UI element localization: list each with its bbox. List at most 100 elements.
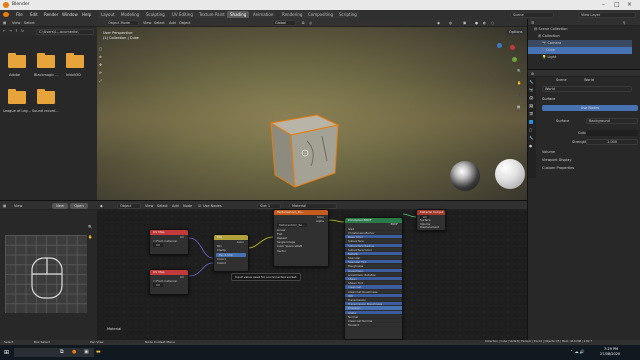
uv-map-field[interactable]: UV (150, 283, 188, 288)
outliner-scene-collection[interactable]: ▤ Scene Collection (528, 26, 632, 33)
outliner-item-cube[interactable]: ▽ Cube (528, 47, 632, 54)
y-axis-icon[interactable] (512, 57, 517, 62)
node-principled-bsdf[interactable]: Principled BSDF BSDF GGX Christensen-Burl… (344, 217, 403, 340)
rotate-tool-icon[interactable]: ⟳ (99, 71, 102, 75)
volume-panel-header[interactable]: Volume (542, 150, 555, 154)
node-uv-map-2[interactable]: UV Map UV ☐ From Instancer UV (149, 269, 189, 295)
menu-edit[interactable]: Edit (30, 12, 38, 17)
editor-type-icon[interactable]: ⚙ (531, 72, 534, 76)
taskbar-search[interactable] (14, 348, 94, 357)
tab-rendering[interactable]: Rendering (279, 11, 306, 18)
navigation-gizmo[interactable] (492, 41, 518, 67)
options-button[interactable]: Options (507, 29, 525, 35)
bsdf-input-row[interactable]: Tangent (345, 323, 402, 328)
outliner-item-camera[interactable]: 📷 Camera (528, 40, 632, 47)
viewport-add-menu[interactable]: Add (169, 21, 176, 25)
tab-animation[interactable]: Animation (250, 11, 277, 18)
new-image-button[interactable]: New (52, 202, 68, 209)
outliner-item-collection[interactable]: ▤ Collection (528, 33, 632, 40)
render-tab-icon[interactable]: 📷 (529, 88, 533, 92)
node-mix[interactable]: Mix Color Mix Clamp Fac 0.500 Color1 Col… (213, 234, 249, 272)
tab-texture-paint[interactable]: Texture Paint (196, 11, 228, 18)
output-tab-icon[interactable]: 🖨 (529, 96, 533, 100)
viewport-display-panel-header[interactable]: Viewport Display (542, 158, 572, 162)
forward-icon[interactable]: → (9, 29, 12, 33)
viewport-object-menu[interactable]: Object (179, 21, 190, 25)
outliner-item-light[interactable]: 💡 Light (528, 54, 632, 61)
shader-node-editor[interactable]: ◆ Object View Select Add Node ☑ Use Node… (97, 200, 527, 344)
folder-icon[interactable] (8, 53, 26, 68)
node-image-texture[interactable]: TexturesCom_Ro... Color Alpha TexturesCo… (273, 209, 329, 267)
world-selector[interactable]: World (542, 86, 632, 92)
overlays-icon[interactable]: ◍ (449, 21, 452, 25)
shading-rendered-icon[interactable]: ○ (491, 21, 494, 25)
xray-icon[interactable]: ▣ (463, 21, 466, 25)
displacement-input[interactable]: Displacement (417, 226, 445, 230)
folder-icon[interactable] (8, 89, 26, 104)
z-axis-icon[interactable] (497, 43, 502, 48)
pan-icon[interactable]: ✋ (517, 81, 521, 85)
menu-render[interactable]: Render (44, 12, 58, 17)
menu-help[interactable]: Help (82, 12, 91, 17)
proportional-edit-icon[interactable]: ◎ (309, 21, 312, 25)
app-taskbar-icon[interactable]: ▣ (84, 349, 89, 355)
path-input[interactable]: C:\Users\L...ocuments\ (36, 28, 94, 35)
cursor-tool-icon[interactable]: ⊕ (99, 55, 102, 59)
node-material-output[interactable]: Material Output All Surface Volume Displ… (416, 209, 446, 231)
strength-input[interactable]: 1.000 (586, 139, 638, 145)
editor-type-icon[interactable]: ▦ (3, 204, 6, 208)
folder-icon[interactable] (66, 53, 84, 68)
scene-selector[interactable]: Scene (510, 11, 554, 18)
view-layer-selector[interactable]: View Layer (578, 11, 636, 18)
folder-icon[interactable] (37, 53, 55, 68)
editor-type-icon[interactable]: ▦ (3, 21, 6, 25)
blender-taskbar-icon[interactable]: ● (72, 349, 76, 355)
shading-solid-icon[interactable]: ● (475, 21, 478, 25)
minimize-icon[interactable]: – (602, 1, 605, 8)
snap-icon[interactable]: ⧉ (302, 21, 305, 25)
tab-sculpting[interactable]: Sculpting (143, 11, 168, 18)
node-uv-map-1[interactable]: UV Map UV ☐ From Instancer UV (149, 229, 189, 255)
file-browser-select-menu[interactable]: Select (24, 21, 35, 25)
object-tab-icon[interactable]: ▢ (529, 128, 532, 132)
mode-selector[interactable]: Object Mode (105, 20, 139, 26)
view-layer-tab-icon[interactable]: 🖼 (529, 104, 533, 108)
color-swatch[interactable] (586, 130, 638, 136)
uv-map-field[interactable]: UV (150, 243, 188, 248)
tray-icons[interactable]: ⌃ ☁ 🔊 (570, 349, 585, 354)
parent-dir-icon[interactable]: ↑ (15, 29, 18, 33)
image-pan-icon[interactable]: ✋ (88, 235, 92, 239)
close-icon[interactable]: × (627, 1, 632, 8)
scene-tab-icon[interactable]: 🎬 (529, 112, 533, 116)
filter-icon[interactable]: ⚲ (623, 21, 626, 25)
surface-panel-header[interactable]: Surface (542, 97, 555, 101)
orientation-selector[interactable]: Global (272, 20, 296, 26)
shading-material-icon[interactable]: ◐ (483, 21, 486, 25)
explorer-taskbar-icon[interactable]: ▬ (96, 349, 101, 355)
select-tool-icon[interactable]: ▢ (99, 47, 102, 51)
3d-viewport[interactable]: Object Mode View Select Add Object Globa… (97, 19, 527, 200)
tab-modeling[interactable]: Modeling (118, 11, 143, 18)
use-nodes-button[interactable]: Use Nodes (542, 105, 638, 111)
vector-input[interactable]: Vector (274, 249, 328, 253)
ortho-toggle-icon[interactable]: ▦ (517, 105, 520, 109)
move-tool-icon[interactable]: ✥ (99, 63, 102, 67)
color2-input[interactable]: Color2 (214, 261, 248, 265)
open-image-button[interactable]: Open (70, 202, 88, 209)
zoom-icon[interactable]: 🔍 (517, 69, 521, 73)
tab-scripting[interactable]: Scripting (336, 11, 360, 18)
material-tab-icon[interactable]: ● (529, 144, 532, 148)
tab-shading[interactable]: Shading (227, 11, 250, 18)
refresh-icon[interactable]: ↻ (21, 29, 24, 33)
tab-compositing[interactable]: Compositing (305, 11, 337, 18)
file-browser-view-menu[interactable]: View (12, 21, 20, 25)
tab-layout[interactable]: Layout (98, 11, 118, 18)
image-view-menu[interactable]: View (14, 204, 22, 208)
tool-tab-icon[interactable]: 🔧 (529, 80, 533, 84)
x-axis-icon[interactable] (510, 45, 515, 50)
maximize-icon[interactable]: □ (614, 1, 620, 8)
blender-menu-icon[interactable] (3, 12, 9, 17)
viewport-view-menu[interactable]: View (143, 21, 151, 25)
editor-type-icon[interactable]: ☰ (531, 21, 534, 25)
task-view-icon[interactable]: ⧉ (60, 349, 64, 355)
